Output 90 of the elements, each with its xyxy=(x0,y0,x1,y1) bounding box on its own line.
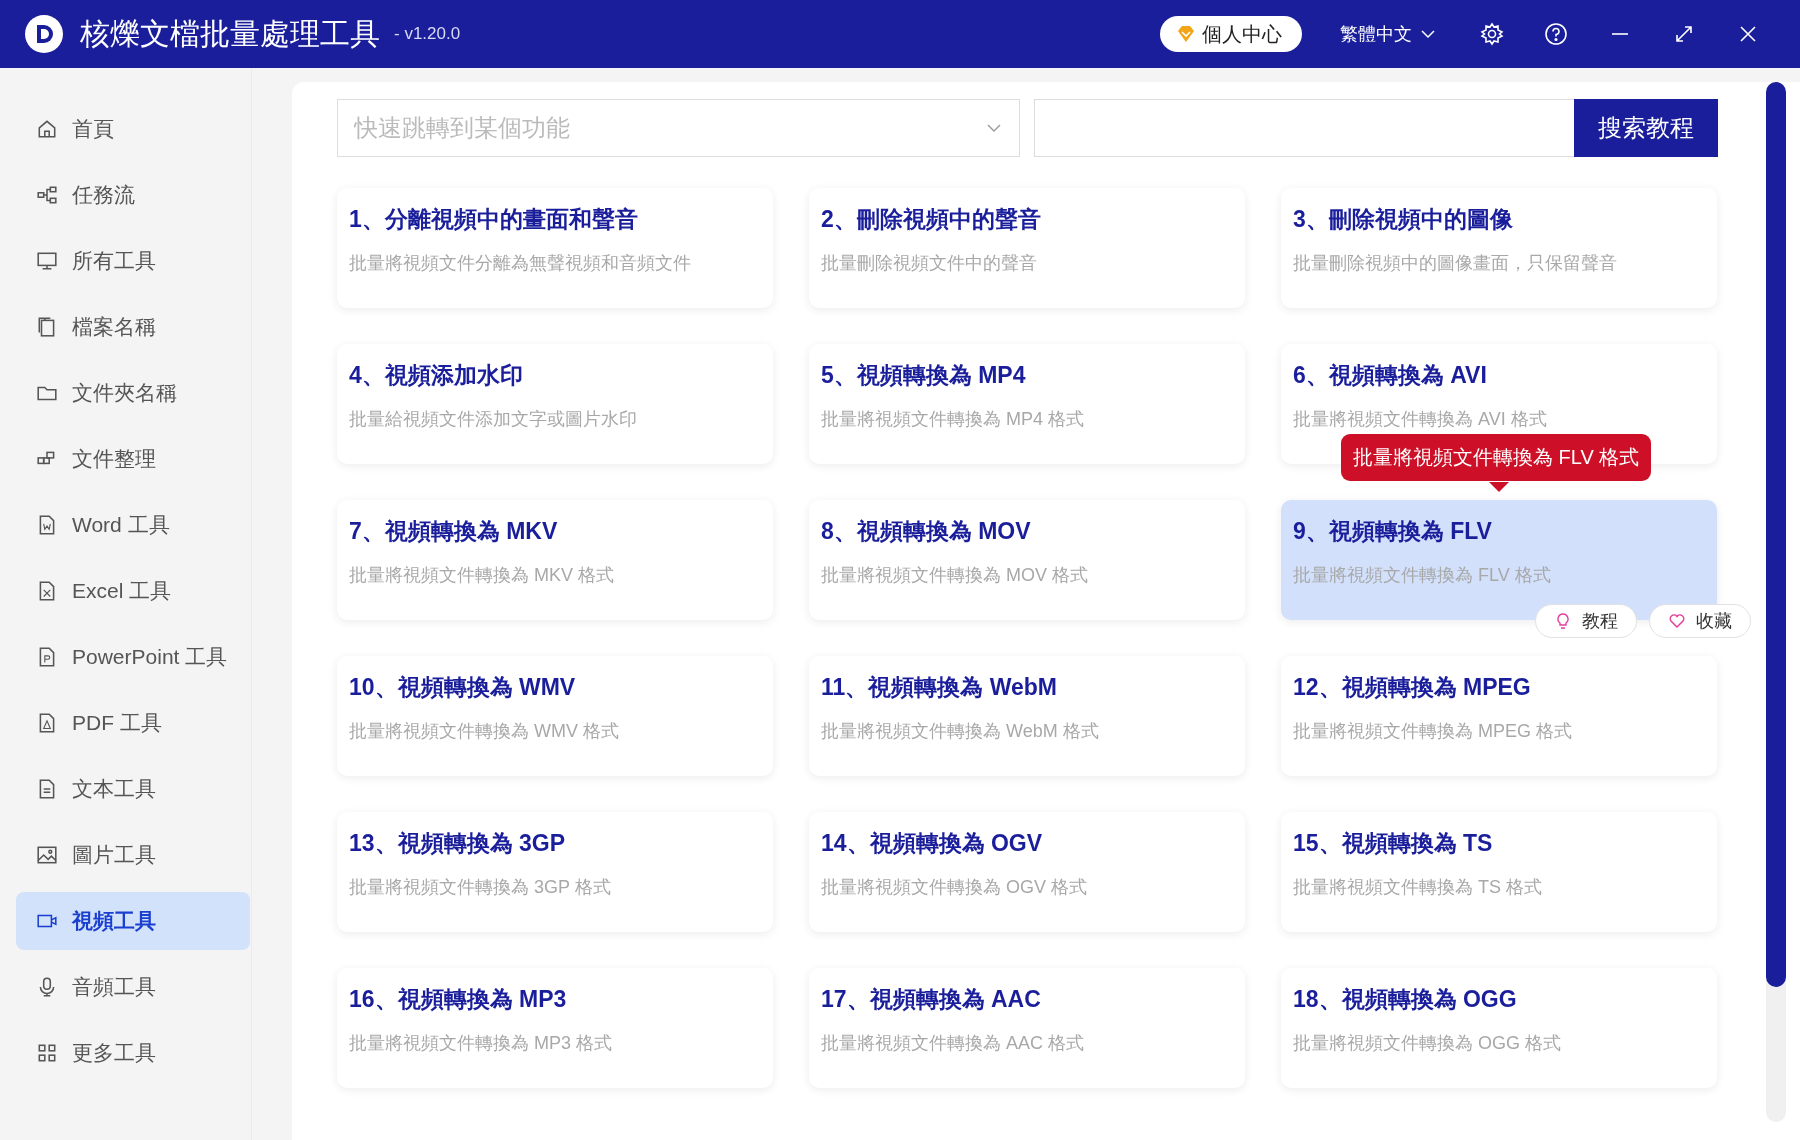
tool-card[interactable]: 17、視頻轉換為 AAC 批量將視頻文件轉換為 AAC 格式 xyxy=(809,968,1245,1088)
sidebar-item[interactable]: Word 工具 xyxy=(16,496,250,554)
card-description: 批量將視頻文件轉換為 AAC 格式 xyxy=(821,1032,1085,1055)
card-description: 批量將視頻文件轉換為 MP3 格式 xyxy=(349,1032,613,1055)
tool-card[interactable]: 15、視頻轉換為 TS 批量將視頻文件轉換為 TS 格式 xyxy=(1281,812,1717,932)
card-title: 8、視頻轉換為 MOV xyxy=(821,517,1032,546)
card-title: 6、視頻轉換為 AVI xyxy=(1293,361,1488,390)
card-description: 批量將視頻文件轉換為 MPEG 格式 xyxy=(1293,720,1573,743)
card-description: 批量將視頻文件轉換為 WMV 格式 xyxy=(349,720,620,743)
card-title: 15、視頻轉換為 TS xyxy=(1293,829,1494,858)
tool-card[interactable]: 1、分離視頻中的畫面和聲音 批量將視頻文件分離為無聲視頻和音頻文件 xyxy=(337,188,773,308)
card-description: 批量將視頻文件分離為無聲視頻和音頻文件 xyxy=(349,252,692,275)
sidebar-item[interactable]: PowerPoint 工具 xyxy=(16,628,250,686)
scrollbar-thumb[interactable] xyxy=(1766,82,1786,987)
card-title: 2、刪除視頻中的聲音 xyxy=(821,205,1042,234)
card-title: 14、視頻轉換為 OGV xyxy=(821,829,1044,858)
tool-card[interactable]: 4、視頻添加水印 批量給視頻文件添加文字或圖片水印 xyxy=(337,344,773,464)
sidebar-item[interactable]: 音頻工具 xyxy=(16,958,250,1016)
sidebar-item[interactable]: 文本工具 xyxy=(16,760,250,818)
sidebar-item[interactable]: 首頁 xyxy=(16,100,250,158)
heart-icon xyxy=(1668,612,1686,630)
card-description: 批量刪除視頻中的圖像畫面，只保留聲音 xyxy=(1293,252,1618,275)
language-dropdown[interactable]: 繁體中文 xyxy=(1340,22,1436,46)
app-logo xyxy=(24,14,64,54)
sidebar-item[interactable]: 檔案名稱 xyxy=(16,298,250,356)
lightbulb-icon xyxy=(1554,612,1572,630)
tool-card[interactable]: 13、視頻轉換為 3GP 批量將視頻文件轉換為 3GP 格式 xyxy=(337,812,773,932)
card-description: 批量將視頻文件轉換為 TS 格式 xyxy=(1293,876,1543,899)
card-description: 批量將視頻文件轉換為 MP4 格式 xyxy=(821,408,1085,431)
search-field[interactable] xyxy=(1034,99,1574,157)
tool-card[interactable]: 16、視頻轉換為 MP3 批量將視頻文件轉換為 MP3 格式 xyxy=(337,968,773,1088)
card-title: 10、視頻轉換為 WMV xyxy=(349,673,577,702)
card-description: 批量將視頻文件轉換為 FLV 格式 xyxy=(1293,564,1552,587)
tool-card[interactable]: 3、刪除視頻中的圖像 批量刪除視頻中的圖像畫面，只保留聲音 xyxy=(1281,188,1717,308)
card-description: 批量給視頻文件添加文字或圖片水印 xyxy=(349,408,638,431)
card-description: 批量將視頻文件轉換為 WebM 格式 xyxy=(821,720,1100,743)
card-title: 5、視頻轉換為 MP4 xyxy=(821,361,1027,390)
tool-card[interactable]: 5、視頻轉換為 MP4 批量將視頻文件轉換為 MP4 格式 xyxy=(809,344,1245,464)
card-title: 7、視頻轉換為 MKV xyxy=(349,517,559,546)
app-title: 核爍文檔批量處理工具 xyxy=(80,15,380,52)
card-title: 1、分離視頻中的畫面和聲音 xyxy=(349,205,639,234)
card-description: 批量將視頻文件轉換為 OGV 格式 xyxy=(821,876,1088,899)
card-title: 17、視頻轉換為 AAC xyxy=(821,985,1042,1014)
tool-card[interactable]: 18、視頻轉換為 OGG 批量將視頻文件轉換為 OGG 格式 xyxy=(1281,968,1717,1088)
tool-card[interactable]: 12、視頻轉換為 MPEG 批量將視頻文件轉換為 MPEG 格式 xyxy=(1281,656,1717,776)
sidebar-item[interactable]: 圖片工具 xyxy=(16,826,250,884)
flow-icon xyxy=(36,184,58,206)
card-title: 13、視頻轉換為 3GP xyxy=(349,829,566,858)
image-icon xyxy=(36,844,58,866)
monitor-icon xyxy=(36,250,58,272)
card-title: 3、刪除視頻中的圖像 xyxy=(1293,205,1514,234)
card-description: 批量將視頻文件轉換為 MKV 格式 xyxy=(349,564,615,587)
sidebar-item[interactable]: 更多工具 xyxy=(16,1024,250,1082)
card-description: 批量將視頻文件轉換為 OGG 格式 xyxy=(1293,1032,1562,1055)
sidebar-item[interactable]: 文件整理 xyxy=(16,430,250,488)
sidebar-item[interactable]: 視頻工具 xyxy=(16,892,250,950)
card-title: 11、視頻轉換為 WebM xyxy=(821,673,1058,702)
card-description: 批量將視頻文件轉換為 AVI 格式 xyxy=(1293,408,1548,431)
user-center-button[interactable]: 個人中心 xyxy=(1160,16,1302,52)
home-icon xyxy=(36,118,58,140)
tooltip-arrow xyxy=(1489,482,1509,492)
tool-card[interactable]: 8、視頻轉換為 MOV 批量將視頻文件轉換為 MOV 格式 xyxy=(809,500,1245,620)
sidebar-item[interactable]: PDF 工具 xyxy=(16,694,250,752)
version-label: - v1.20.0 xyxy=(394,24,461,44)
card-description: 批量將視頻文件轉換為 MOV 格式 xyxy=(821,564,1089,587)
help-icon[interactable] xyxy=(1544,22,1568,46)
tool-card[interactable]: 11、視頻轉換為 WebM 批量將視頻文件轉換為 WebM 格式 xyxy=(809,656,1245,776)
card-title: 16、視頻轉換為 MP3 xyxy=(349,985,568,1014)
card-description: 批量刪除視頻文件中的聲音 xyxy=(821,252,1038,275)
card-title: 9、視頻轉換為 FLV xyxy=(1293,517,1493,546)
tool-card[interactable]: 10、視頻轉換為 WMV 批量將視頻文件轉換為 WMV 格式 xyxy=(337,656,773,776)
search-tutorial-button[interactable]: 搜索教程 xyxy=(1574,99,1718,157)
sidebar-item[interactable]: 任務流 xyxy=(16,166,250,224)
grid-icon xyxy=(36,1042,58,1064)
sidebar-item[interactable]: 所有工具 xyxy=(16,232,250,290)
sidebar-item[interactable]: Excel 工具 xyxy=(16,562,250,620)
tooltip: 批量將視頻文件轉換為 FLV 格式 xyxy=(1341,434,1652,481)
tool-card[interactable]: 7、視頻轉換為 MKV 批量將視頻文件轉換為 MKV 格式 xyxy=(337,500,773,620)
tool-card[interactable]: 14、視頻轉換為 OGV 批量將視頻文件轉換為 OGV 格式 xyxy=(809,812,1245,932)
settings-icon[interactable] xyxy=(1480,22,1504,46)
diamond-icon xyxy=(1176,24,1196,44)
card-title: 18、視頻轉換為 OGG xyxy=(1293,985,1518,1014)
card-description: 批量將視頻文件轉換為 3GP 格式 xyxy=(349,876,612,899)
card-title: 12、視頻轉換為 MPEG xyxy=(1293,673,1532,702)
jump-dropdown[interactable]: 快速跳轉到某個功能 xyxy=(337,99,1020,157)
tool-card[interactable]: 2、刪除視頻中的聲音 批量刪除視頻文件中的聲音 xyxy=(809,188,1245,308)
tutorial-button[interactable]: 教程 xyxy=(1535,604,1637,638)
sidebar-item[interactable]: 文件夾名稱 xyxy=(16,364,250,422)
card-title: 4、視頻添加水印 xyxy=(349,361,524,390)
favorite-button[interactable]: 收藏 xyxy=(1649,604,1751,638)
